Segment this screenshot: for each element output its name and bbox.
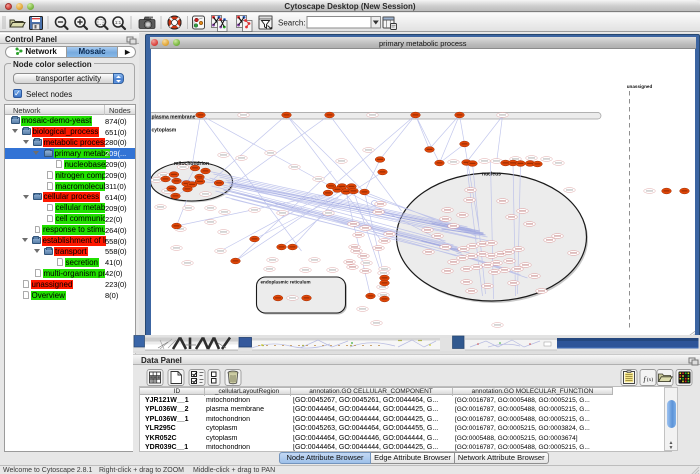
svg-text:mitochondrion: mitochondrion (174, 161, 209, 167)
svg-text:plasma membrane: plasma membrane (151, 115, 195, 121)
svg-text:unassigned: unassigned (626, 84, 652, 89)
svg-text:nucleus: nucleus (482, 172, 501, 178)
svg-text:cytoplasm: cytoplasm (151, 128, 176, 134)
svg-text:Search:: Search: (278, 18, 306, 27)
svg-text:(x): (x) (647, 376, 654, 383)
svg-text:1:1: 1:1 (115, 19, 122, 24)
svg-text:endoplasmic reticulum: endoplasmic reticulum (260, 280, 310, 285)
